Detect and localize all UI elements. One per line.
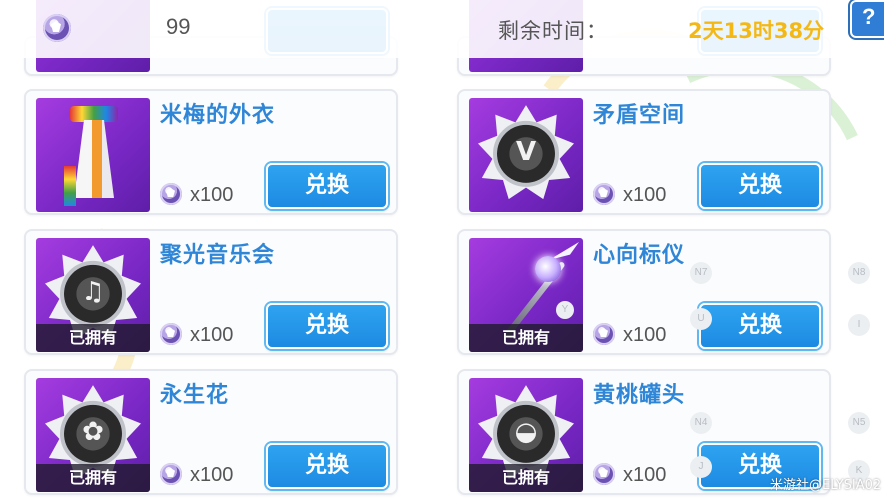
music-emblem-icon [64, 264, 122, 323]
cost-label: x100 [190, 464, 234, 486]
rose-emblem-icon [64, 404, 122, 463]
item-name: 聚光音乐会 [160, 243, 276, 268]
item-card: 矛盾空间 x100 兑换 [457, 89, 831, 215]
item-name: 矛盾空间 [593, 103, 686, 128]
coat-thumbnail [36, 98, 150, 212]
rose-thumbnail: 已拥有 [36, 378, 150, 492]
owned-label: 已拥有 [469, 464, 583, 492]
paradox-space-thumbnail [469, 98, 583, 212]
item-card: 已拥有 永生花 x100 兑换 [24, 369, 398, 495]
item-name: 米梅的外衣 [160, 103, 276, 128]
item-card: 已拥有 心向标仪 x100 兑换 [457, 229, 831, 355]
redeem-button[interactable]: 兑换 [699, 303, 821, 349]
cost-label: x100 [623, 184, 667, 206]
orb-icon [535, 256, 561, 282]
item-name: 黄桃罐头 [593, 383, 686, 408]
help-button[interactable]: ? [850, 0, 884, 38]
cost-label: x100 [190, 324, 234, 346]
key-hint: N4 [690, 412, 712, 434]
owned-label: 已拥有 [36, 324, 150, 352]
owned-label: 已拥有 [36, 464, 150, 492]
coat-icon [64, 106, 124, 206]
currency-coin-icon [160, 463, 182, 485]
cost-label: x100 [623, 324, 667, 346]
key-hint: N8 [848, 262, 870, 284]
can-emblem-icon [497, 404, 555, 463]
currency-coin-icon [43, 14, 71, 42]
item-card: 米梅的外衣 x100 兑换 [24, 89, 398, 215]
remaining-time-label: 剩余时间： [498, 19, 608, 43]
key-hint: Y [556, 301, 574, 319]
shop-header: 99 剩余时间： 2天13时38分 ? [0, 0, 884, 58]
currency-coin-icon [160, 183, 182, 205]
item-card: 已拥有 聚光音乐会 x100 兑换 [24, 229, 398, 355]
staff-thumbnail: 已拥有 [469, 238, 583, 352]
item-name: 永生花 [160, 383, 230, 408]
paradox-emblem-icon [497, 124, 555, 183]
currency-coin-icon [593, 463, 615, 485]
redeem-button[interactable]: 兑换 [266, 163, 388, 209]
key-hint: N5 [848, 412, 870, 434]
concert-thumbnail: 已拥有 [36, 238, 150, 352]
currency-coin-icon [593, 183, 615, 205]
remaining-time-value: 2天13时38分 [688, 19, 825, 43]
help-icon: ? [862, 4, 876, 29]
cost-label: x100 [190, 184, 234, 206]
redeem-button[interactable]: 兑换 [266, 303, 388, 349]
redeem-button[interactable]: 兑换 [266, 443, 388, 489]
cost-label: x100 [623, 464, 667, 486]
currency-coin-icon [160, 323, 182, 345]
key-hint: U [690, 308, 712, 330]
key-hint: N7 [690, 262, 712, 284]
key-hint: I [848, 314, 870, 336]
key-hint: J [690, 456, 712, 478]
currency-count: 99 [166, 14, 191, 39]
redeem-button[interactable]: 兑换 [699, 163, 821, 209]
item-name: 心向标仪 [593, 243, 686, 268]
peach-can-thumbnail: 已拥有 [469, 378, 583, 492]
owned-label: 已拥有 [469, 324, 583, 352]
currency-coin-icon [593, 323, 615, 345]
watermark: 米游社@ELYSIA02 [770, 478, 882, 493]
